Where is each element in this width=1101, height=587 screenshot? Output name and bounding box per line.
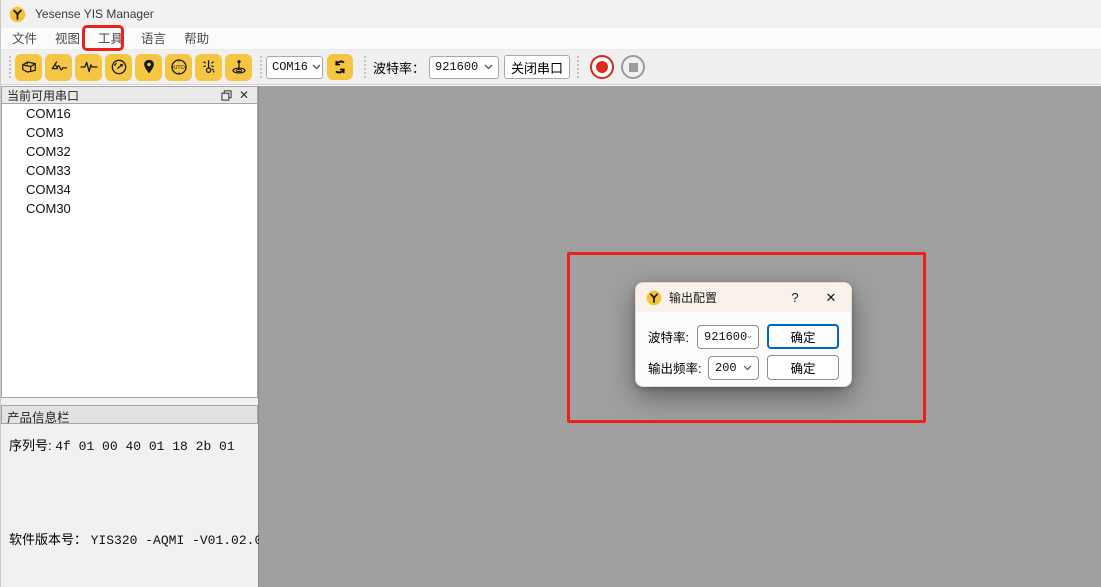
available-ports-list: COM16 COM3 COM32 COM33 COM34 COM30 xyxy=(1,104,258,398)
serial-number-row: 序列号: 4f 01 00 40 01 18 2b 01 xyxy=(9,435,235,454)
baud-rate-label: 波特率： xyxy=(373,58,425,77)
menu-bar: 文件 视图 工具 语言 帮助 xyxy=(1,28,1101,50)
plumb-level-icon xyxy=(229,57,249,77)
dock-close-button[interactable]: ✕ xyxy=(235,88,253,103)
dialog-close-button[interactable]: ✕ xyxy=(819,287,843,309)
svg-text:UTC: UTC xyxy=(173,65,184,71)
close-icon: ✕ xyxy=(239,89,249,101)
product-info-header: 产品信息栏 xyxy=(1,405,258,424)
attitude-angle-button[interactable] xyxy=(45,54,72,81)
toolbar-drag-handle[interactable] xyxy=(362,55,367,79)
menu-help[interactable]: 帮助 xyxy=(175,28,218,50)
software-version-value: YIS320 -AQMI -V01.02.03; xyxy=(91,533,278,548)
stop-button[interactable] xyxy=(621,55,645,79)
dialog-title: 输出配置 xyxy=(669,289,783,306)
dialog-baud-value: 921600 xyxy=(704,330,747,344)
dialog-freq-row: 输出频率: 200 确定 xyxy=(636,355,851,380)
toolbar-drag-handle[interactable] xyxy=(258,55,263,79)
location-pin-icon xyxy=(139,57,159,77)
list-item-port[interactable]: COM3 xyxy=(2,123,257,142)
app-logo-icon xyxy=(9,6,26,23)
dock-float-button[interactable] xyxy=(217,88,235,103)
dialog-freq-value: 200 xyxy=(715,361,743,375)
dock-title: 当前可用串口 xyxy=(7,87,217,104)
menu-language[interactable]: 语言 xyxy=(132,28,175,50)
list-item-port[interactable]: COM16 xyxy=(2,104,257,123)
chevron-down-icon xyxy=(484,64,493,70)
dialog-freq-ok-button[interactable]: 确定 xyxy=(767,355,839,380)
dialog-baud-row: 波特率: 921600 确定 xyxy=(636,324,851,349)
dialog-logo-icon xyxy=(646,290,662,306)
location-button[interactable] xyxy=(135,54,162,81)
record-dot-icon xyxy=(596,61,608,73)
port-select[interactable]: COM16 xyxy=(266,56,323,79)
chevron-down-icon xyxy=(743,365,752,371)
gauge-button[interactable] xyxy=(105,54,132,81)
list-item-port[interactable]: COM34 xyxy=(2,180,257,199)
output-config-dialog: 输出配置 ? ✕ 波特率: 921600 确定 输出频率: 200 确定 xyxy=(635,282,852,387)
refresh-ports-button[interactable] xyxy=(327,54,353,80)
pulse-wave-icon xyxy=(79,57,99,77)
record-button[interactable] xyxy=(590,55,614,79)
main-body: 当前可用串口 ✕ COM16 COM3 COM32 COM33 COM34 CO… xyxy=(1,85,1101,587)
menu-file[interactable]: 文件 xyxy=(3,28,46,50)
chevron-down-icon xyxy=(312,64,321,70)
dialog-help-button[interactable]: ? xyxy=(783,287,807,309)
dock-header: 当前可用串口 ✕ xyxy=(1,86,258,104)
dialog-baud-select[interactable]: 921600 xyxy=(697,325,759,349)
cube-3d-icon xyxy=(19,57,39,77)
app-window: Yesense YIS Manager 文件 视图 工具 语言 帮助 xyxy=(0,0,1101,587)
utc-clock-icon: UTC xyxy=(169,57,189,77)
dialog-baud-label: 波特率: xyxy=(648,327,689,346)
port-select-value: COM16 xyxy=(272,60,308,74)
serial-number-label: 序列号: xyxy=(9,438,55,453)
cube-3d-view-button[interactable] xyxy=(15,54,42,81)
serial-number-value: 4f 01 00 40 01 18 2b 01 xyxy=(55,439,234,454)
toolbar: UTC COM16 xyxy=(1,50,1101,85)
list-item-port[interactable]: COM30 xyxy=(2,199,257,218)
baud-rate-select[interactable]: 921600 xyxy=(429,56,499,79)
serial-port-dock: 当前可用串口 ✕ COM16 COM3 COM32 COM33 COM34 CO… xyxy=(1,86,259,587)
dialog-freq-select[interactable]: 200 xyxy=(708,356,759,380)
dialog-freq-label: 输出频率: xyxy=(648,358,701,377)
float-window-icon xyxy=(221,90,232,101)
list-item-port[interactable]: COM33 xyxy=(2,161,257,180)
title-bar: Yesense YIS Manager xyxy=(1,0,1101,28)
utc-clock-button[interactable]: UTC xyxy=(165,54,192,81)
software-version-label: 软件版本号： xyxy=(9,532,91,547)
dialog-title-bar[interactable]: 输出配置 ? ✕ xyxy=(636,283,851,312)
menu-tools[interactable]: 工具 xyxy=(89,28,132,50)
list-item-port[interactable]: COM32 xyxy=(2,142,257,161)
refresh-icon xyxy=(331,58,349,76)
thermometer-button[interactable] xyxy=(195,54,222,81)
toolbar-drag-handle[interactable] xyxy=(575,55,580,79)
window-title: Yesense YIS Manager xyxy=(35,7,154,21)
product-info-body: 序列号: 4f 01 00 40 01 18 2b 01 软件版本号： YIS3… xyxy=(1,424,258,587)
menu-view[interactable]: 视图 xyxy=(46,28,89,50)
toolbar-drag-handle[interactable] xyxy=(7,55,12,79)
waveform-button[interactable] xyxy=(75,54,102,81)
thermometer-icon xyxy=(199,57,219,77)
dock-splitter[interactable] xyxy=(1,398,258,405)
dialog-baud-ok-button[interactable]: 确定 xyxy=(767,324,839,349)
angle-wave-icon xyxy=(49,57,69,77)
inclinometer-button[interactable] xyxy=(225,54,252,81)
chevron-down-icon xyxy=(747,334,752,340)
software-version-row: 软件版本号： YIS320 -AQMI -V01.02.03; xyxy=(9,529,278,548)
stop-square-icon xyxy=(629,63,638,72)
baud-rate-value: 921600 xyxy=(435,60,480,74)
close-serial-port-button[interactable]: 关闭串口 xyxy=(504,55,570,79)
gauge-icon xyxy=(109,57,129,77)
